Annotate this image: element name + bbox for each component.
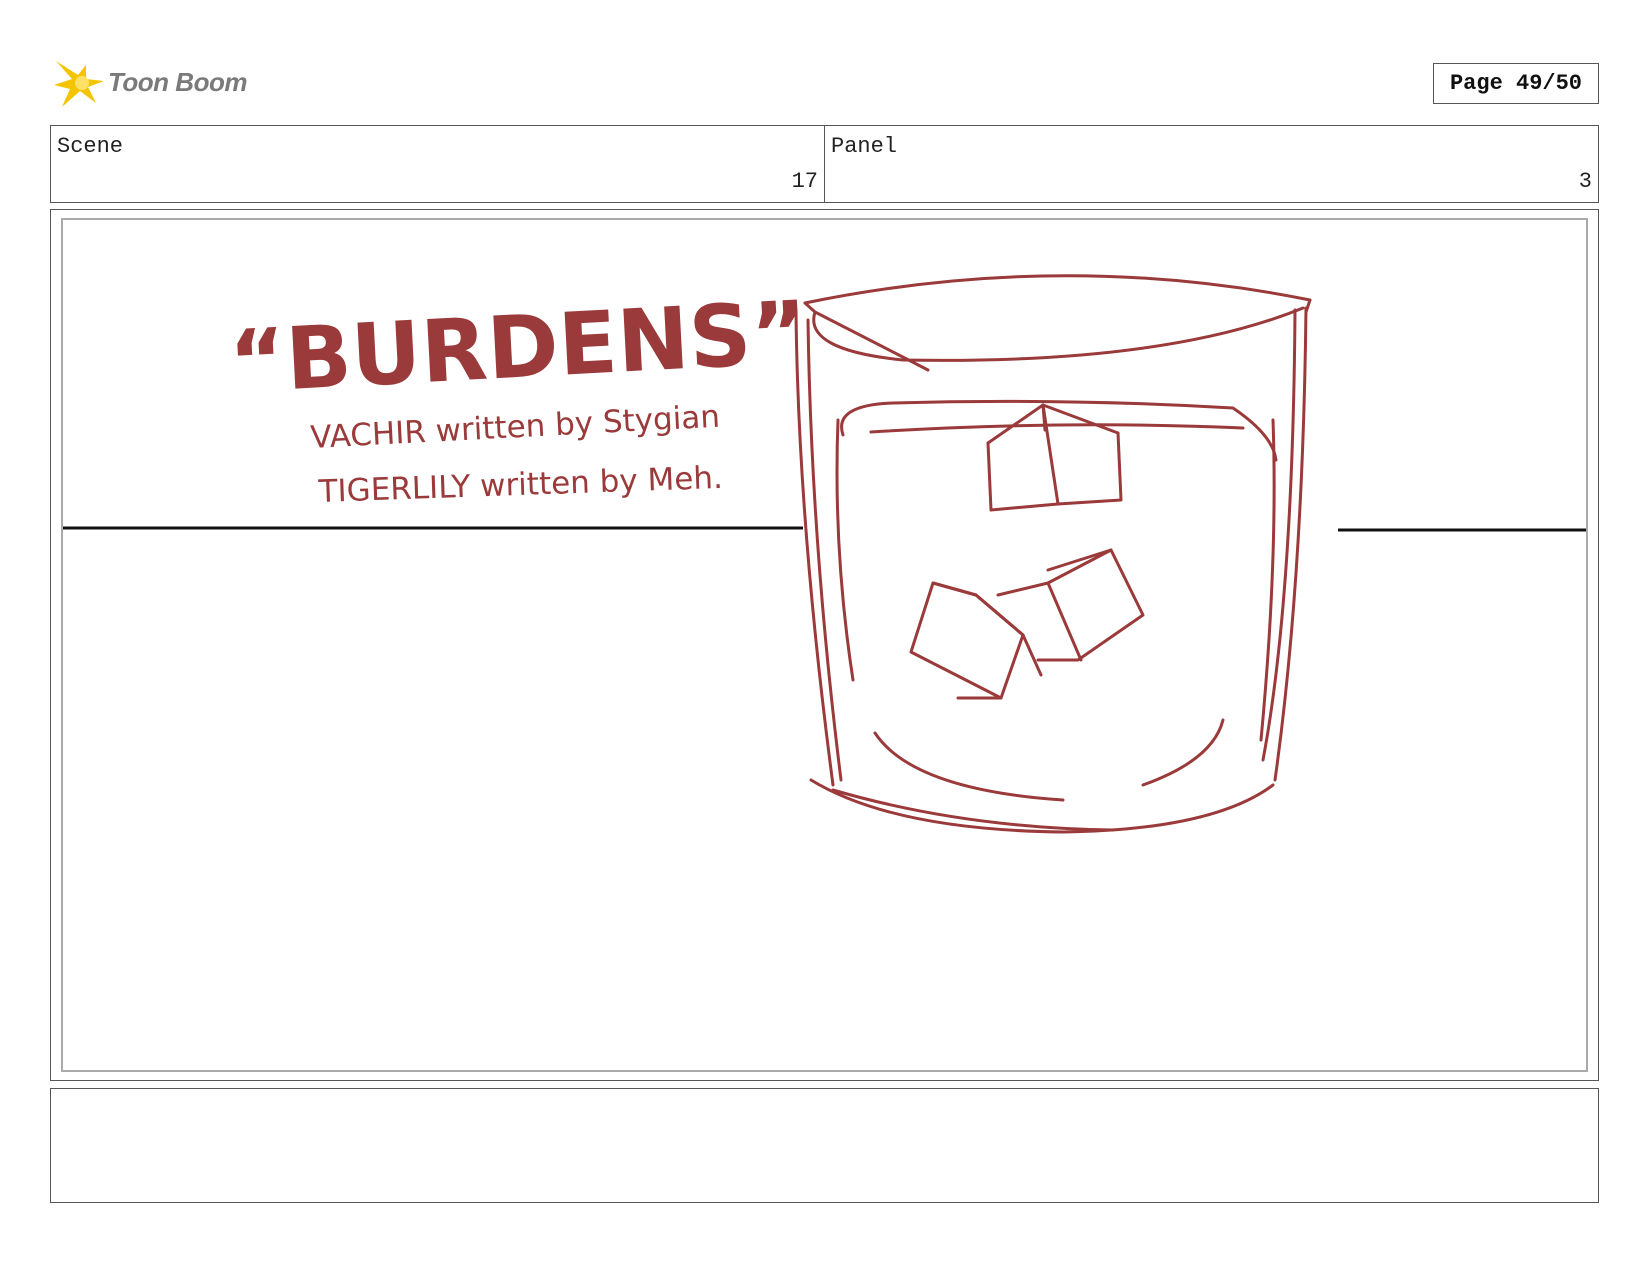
storyboard-panel-image: “BURDENS” VACHIR written by Stygian TIGE… [61, 218, 1588, 1072]
panel-value: 3 [1578, 169, 1592, 194]
scene-panel-row: Scene 17 Panel 3 [50, 125, 1599, 203]
credit-line-1: VACHIR written by Stygian [310, 399, 721, 456]
scene-value: 17 [791, 169, 818, 194]
panel-sketch: “BURDENS” VACHIR written by Stygian TIGE… [63, 274, 1586, 834]
toon-boom-burst-icon [54, 61, 104, 107]
scene-cell: Scene 17 [51, 126, 824, 202]
logo-text: Toon Boom [108, 67, 247, 97]
scene-label: Scene [57, 134, 124, 159]
credit-line-2: TIGERLILY written by Meh. [317, 460, 723, 510]
panel-cell: Panel 3 [824, 126, 1598, 202]
title-burdens: “BURDENS” [227, 283, 810, 413]
page-number: Page 49/50 [1433, 63, 1599, 104]
panel-label: Panel [831, 134, 898, 159]
notes-box [50, 1088, 1599, 1203]
storyboard-panel-frame: “BURDENS” VACHIR written by Stygian TIGE… [50, 209, 1599, 1081]
toon-boom-logo: Toon Boom [52, 55, 262, 111]
glass-sketch [794, 274, 1312, 834]
